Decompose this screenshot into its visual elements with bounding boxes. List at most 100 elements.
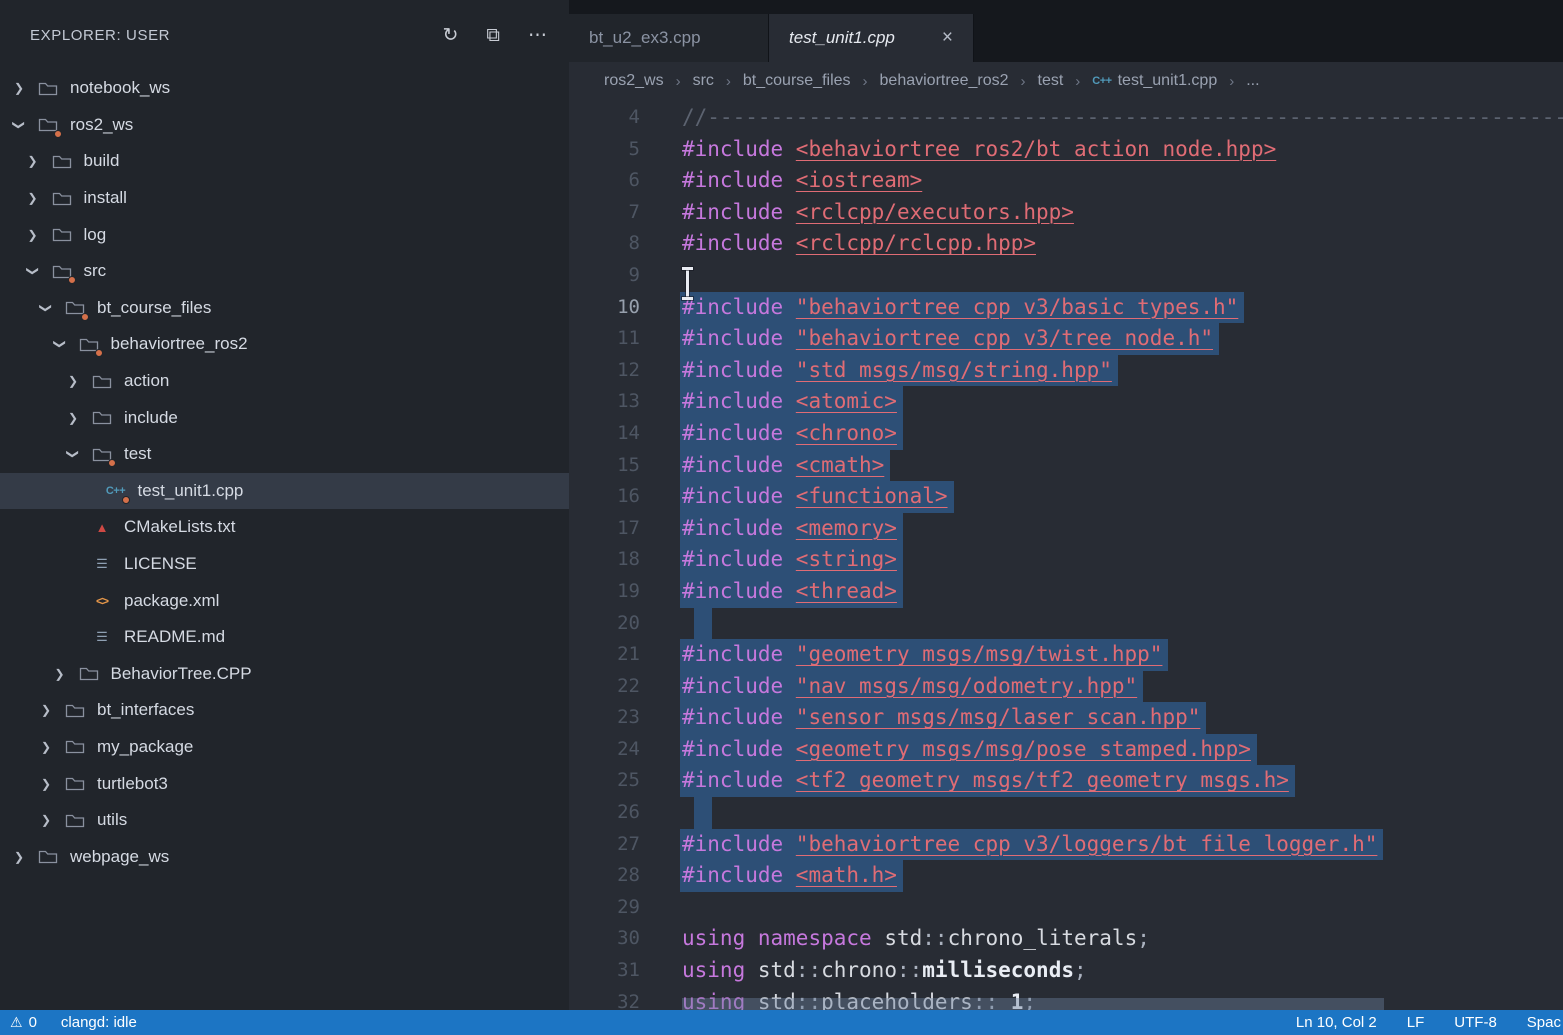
line-number[interactable]: 19 — [569, 576, 640, 608]
breadcrumb-item-bt-course-files[interactable]: bt_course_files — [743, 72, 851, 90]
tree-item-src[interactable]: ❯src — [0, 253, 569, 290]
tree-item-notebook-ws[interactable]: ❯notebook_ws — [0, 70, 569, 107]
line-number[interactable]: 27 — [569, 829, 640, 861]
refresh-explorer-icon[interactable]: ↻ — [443, 26, 459, 45]
tree-item-log[interactable]: ❯log — [0, 216, 569, 253]
tree-item-behaviortree-ros2[interactable]: ❯behaviortree_ros2 — [0, 326, 569, 363]
line-number[interactable]: 29 — [569, 892, 640, 924]
code-line-8[interactable]: 8#include <rclcpp/rclcpp.hpp> — [569, 228, 1563, 260]
code-line-22[interactable]: 22#include "nav_msgs/msg/odometry.hpp" — [569, 671, 1563, 703]
chevron-down-icon[interactable]: ❯ — [41, 301, 65, 315]
chevron-right-icon[interactable]: ❯ — [68, 374, 92, 388]
line-number[interactable]: 16 — [569, 481, 640, 513]
tree-item-readme-md[interactable]: ☰README.md — [0, 619, 569, 656]
line-number[interactable]: 28 — [569, 860, 640, 892]
code-line-31[interactable]: 31using std::chrono::milliseconds; — [569, 955, 1563, 987]
line-number[interactable]: 5 — [569, 134, 640, 166]
line-number[interactable]: 15 — [569, 450, 640, 482]
code-line-29[interactable]: 29 — [569, 892, 1563, 924]
horizontal-scrollbar[interactable] — [682, 998, 1384, 1010]
tab-test-unit1-cpp[interactable]: test_unit1.cpp× — [769, 14, 974, 62]
code-line-11[interactable]: 11#include "behaviortree_cpp_v3/tree_nod… — [569, 323, 1563, 355]
breadcrumb-item-ros2-ws[interactable]: ros2_ws — [604, 72, 664, 90]
chevron-right-icon[interactable]: ❯ — [41, 740, 65, 754]
code-line-9[interactable]: 9 — [569, 260, 1563, 292]
line-number[interactable]: 12 — [569, 355, 640, 387]
line-number[interactable]: 32 — [569, 987, 640, 1010]
code-line-28[interactable]: 28#include <math.h> — [569, 860, 1563, 892]
clangd-status[interactable]: clangd: idle — [61, 1014, 137, 1031]
chevron-right-icon[interactable]: ❯ — [41, 703, 65, 717]
code-line-7[interactable]: 7#include <rclcpp/executors.hpp> — [569, 197, 1563, 229]
line-number[interactable]: 13 — [569, 386, 640, 418]
code-line-16[interactable]: 16#include <functional> — [569, 481, 1563, 513]
close-tab-icon[interactable]: × — [920, 27, 953, 49]
code-line-24[interactable]: 24#include <geometry_msgs/msg/pose_stamp… — [569, 734, 1563, 766]
code-line-21[interactable]: 21#include "geometry_msgs/msg/twist.hpp" — [569, 639, 1563, 671]
code-line-18[interactable]: 18#include <string> — [569, 544, 1563, 576]
code-line-14[interactable]: 14#include <chrono> — [569, 418, 1563, 450]
line-number[interactable]: 24 — [569, 734, 640, 766]
code-line-17[interactable]: 17#include <memory> — [569, 513, 1563, 545]
tree-item-turtlebot3[interactable]: ❯turtlebot3 — [0, 765, 569, 802]
chevron-right-icon[interactable]: ❯ — [41, 813, 65, 827]
line-number[interactable]: 23 — [569, 702, 640, 734]
collapse-folders-icon[interactable]: ⧉ — [486, 26, 500, 45]
code-line-25[interactable]: 25#include <tf2_geometry_msgs/tf2_geomet… — [569, 765, 1563, 797]
code-line-10[interactable]: 10#include "behaviortree_cpp_v3/basic_ty… — [569, 292, 1563, 324]
eol-indicator[interactable]: LF — [1407, 1014, 1425, 1031]
tree-item-my-package[interactable]: ❯my_package — [0, 729, 569, 766]
code-line-4[interactable]: 4//-------------------------------------… — [569, 102, 1563, 134]
chevron-right-icon[interactable]: ❯ — [14, 850, 38, 864]
line-number[interactable]: 26 — [569, 797, 640, 829]
code-line-19[interactable]: 19#include <thread> — [569, 576, 1563, 608]
chevron-right-icon[interactable]: ❯ — [28, 228, 52, 242]
line-number[interactable]: 21 — [569, 639, 640, 671]
line-number[interactable]: 11 — [569, 323, 640, 355]
breadcrumb-item-test[interactable]: test — [1038, 72, 1064, 90]
breadcrumb-item-test-unit1-cpp[interactable]: C++test_unit1.cpp — [1092, 72, 1217, 90]
chevron-right-icon[interactable]: ❯ — [55, 667, 79, 681]
code-editor[interactable]: 4//-------------------------------------… — [569, 100, 1563, 1010]
tree-item-package-xml[interactable]: <>package.xml — [0, 582, 569, 619]
breadcrumb-item-behaviortree-ros2[interactable]: behaviortree_ros2 — [880, 72, 1009, 90]
line-number[interactable]: 14 — [569, 418, 640, 450]
tree-item-ros2-ws[interactable]: ❯ros2_ws — [0, 107, 569, 144]
chevron-down-icon[interactable]: ❯ — [68, 447, 92, 461]
chevron-right-icon[interactable]: ❯ — [28, 154, 52, 168]
tree-item-test[interactable]: ❯test — [0, 436, 569, 473]
tree-item-behaviortree-cpp[interactable]: ❯BehaviorTree.CPP — [0, 656, 569, 693]
code-line-26[interactable]: 26 — [569, 797, 1563, 829]
cursor-position[interactable]: Ln 10, Col 2 — [1296, 1014, 1377, 1031]
code-line-23[interactable]: 23#include "sensor_msgs/msg/laser_scan.h… — [569, 702, 1563, 734]
tree-item-test-unit1-cpp[interactable]: C++test_unit1.cpp — [0, 473, 569, 510]
tree-item-build[interactable]: ❯build — [0, 143, 569, 180]
more-actions-icon[interactable]: ⋯ — [528, 26, 547, 45]
tree-item-install[interactable]: ❯install — [0, 180, 569, 217]
tree-item-license[interactable]: ☰LICENSE — [0, 546, 569, 583]
line-number[interactable]: 20 — [569, 608, 640, 640]
tree-item-utils[interactable]: ❯utils — [0, 802, 569, 839]
chevron-down-icon[interactable]: ❯ — [28, 264, 52, 278]
line-number[interactable]: 22 — [569, 671, 640, 703]
chevron-down-icon[interactable]: ❯ — [55, 337, 79, 351]
code-line-13[interactable]: 13#include <atomic> — [569, 386, 1563, 418]
code-line-6[interactable]: 6#include <iostream> — [569, 165, 1563, 197]
line-number[interactable]: 10 — [569, 292, 640, 324]
chevron-right-icon[interactable]: ❯ — [41, 777, 65, 791]
tree-item-bt-interfaces[interactable]: ❯bt_interfaces — [0, 692, 569, 729]
code-line-20[interactable]: 20 — [569, 608, 1563, 640]
tree-item-bt-course-files[interactable]: ❯bt_course_files — [0, 290, 569, 327]
encoding-indicator[interactable]: UTF-8 — [1454, 1014, 1497, 1031]
line-number[interactable]: 30 — [569, 923, 640, 955]
code-line-15[interactable]: 15#include <cmath> — [569, 450, 1563, 482]
tree-item-webpage-ws[interactable]: ❯webpage_ws — [0, 838, 569, 875]
code-line-30[interactable]: 30using namespace std::chrono_literals; — [569, 923, 1563, 955]
chevron-right-icon[interactable]: ❯ — [28, 191, 52, 205]
chevron-right-icon[interactable]: ❯ — [14, 81, 38, 95]
code-line-12[interactable]: 12#include "std_msgs/msg/string.hpp" — [569, 355, 1563, 387]
tab-bt-u2-ex3-cpp[interactable]: bt_u2_ex3.cpp — [569, 14, 769, 62]
chevron-down-icon[interactable]: ❯ — [14, 118, 38, 132]
code-line-27[interactable]: 27#include "behaviortree_cpp_v3/loggers/… — [569, 829, 1563, 861]
breadcrumb-item-[interactable]: ... — [1246, 72, 1259, 90]
